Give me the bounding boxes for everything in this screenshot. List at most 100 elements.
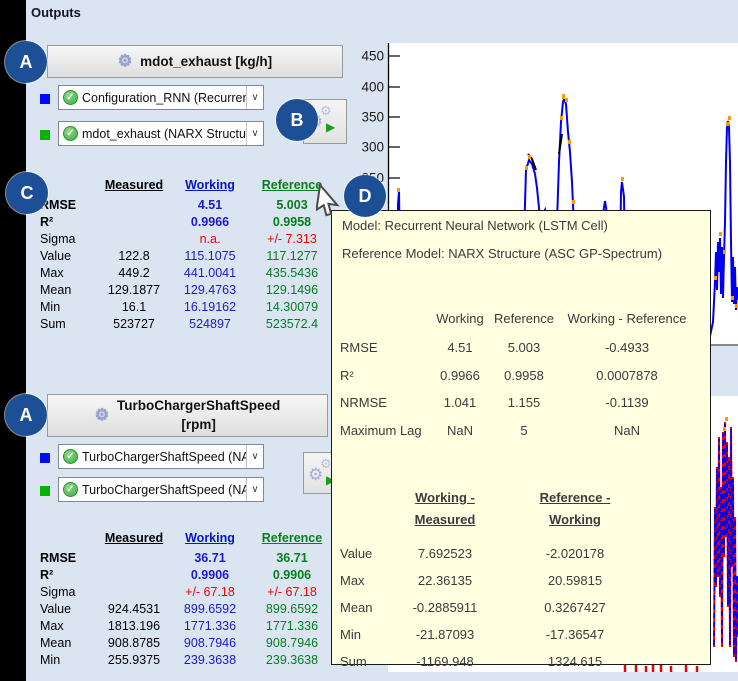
section-title: TurboChargerShaftSpeed [rpm] — [117, 397, 280, 435]
stat-working: 1771.336 — [170, 618, 250, 635]
tt-value: 0.3267427 — [504, 595, 646, 622]
stat-measured: 924.4531 — [98, 601, 170, 618]
model-dropdown[interactable]: ✓ TurboChargerShaftSpeed (NA ∨ — [58, 444, 264, 469]
tt-col-reference-minus-working: Reference - Working — [504, 487, 646, 541]
stat-label: R² — [40, 214, 98, 231]
tt-value: -0.1139 — [556, 390, 698, 418]
model-dropdown[interactable]: ✓ Configuration_RNN (Recurren ∨ — [58, 85, 264, 110]
stat-measured — [98, 550, 170, 567]
tt-value: -0.4933 — [556, 335, 698, 363]
left-black-strip — [0, 0, 26, 681]
tt-value: 22.36135 — [386, 568, 504, 595]
tt-col-working: Working — [428, 307, 492, 335]
tt-col-working-minus-measured: Working - Measured — [386, 487, 504, 541]
stat-reference: 36.71 — [250, 550, 334, 567]
stat-working: 16.19162 — [170, 299, 250, 316]
tt-value: 1.155 — [492, 390, 556, 418]
stat-reference: 523572.4 — [250, 316, 334, 333]
tt-value: -21.87093 — [386, 622, 504, 649]
tt-value: 0.0007878 — [556, 363, 698, 391]
tooltip-delta-table: Working - Measured Reference - Working V… — [340, 487, 646, 676]
dropdown-value: mdot_exhaust (NARX Structu — [82, 127, 246, 141]
chevron-down-icon[interactable]: ∨ — [246, 86, 263, 109]
stat-measured — [98, 214, 170, 231]
y-tick-label: 400 — [361, 80, 384, 95]
annotation-badge-d: D — [344, 175, 386, 217]
col-header-measured: Measured — [98, 528, 170, 550]
tooltip-comparison-table: Working Reference Working - Reference RM… — [340, 307, 698, 445]
tt-value: 5.003 — [492, 335, 556, 363]
tt-value: -1169.948 — [386, 649, 504, 676]
tt-value: NaN — [428, 418, 492, 446]
tt-row-label: RMSE — [340, 335, 428, 363]
dropdown-value: TurboChargerShaftSpeed (NA — [82, 483, 246, 497]
chevron-down-icon[interactable]: ∨ — [246, 478, 263, 501]
tt-value: -17.36547 — [504, 622, 646, 649]
tt-row-label: Mean — [340, 595, 386, 622]
section-header-mdot-exhaust[interactable]: ⚙ mdot_exhaust [kg/h] — [47, 45, 343, 78]
stat-reference: 1771.336 — [250, 618, 334, 635]
tt-row-label: Value — [340, 541, 386, 568]
stat-reference: 14.30079 — [250, 299, 334, 316]
stat-label: RMSE — [40, 197, 98, 214]
tt-value: -2.020178 — [504, 541, 646, 568]
tt-col-working-minus-reference: Working - Reference — [556, 307, 698, 335]
stat-measured: 129.1877 — [98, 282, 170, 299]
stat-working: 441.0041 — [170, 265, 250, 282]
stat-working: 239.3638 — [170, 652, 250, 669]
status-check-icon: ✓ — [63, 482, 78, 497]
outputs-panel: Outputs 450 400 350 300 250 — [0, 0, 738, 681]
section-header-turbocharger[interactable]: ⚙ TurboChargerShaftSpeed [rpm] — [47, 394, 328, 437]
working-color-chip — [40, 94, 50, 104]
stat-working: n.a. — [170, 231, 250, 248]
stat-reference: 239.3638 — [250, 652, 334, 669]
reference-color-chip — [40, 486, 50, 496]
stat-measured: 122.8 — [98, 248, 170, 265]
stat-working: 36.71 — [170, 550, 250, 567]
tt-row-label: R² — [340, 363, 428, 391]
working-color-chip — [40, 453, 50, 463]
chevron-down-icon[interactable]: ∨ — [246, 122, 263, 145]
stat-measured: 16.1 — [98, 299, 170, 316]
tt-value: 5 — [492, 418, 556, 446]
tt-value: 1324.615 — [504, 649, 646, 676]
reference-dropdown[interactable]: ✓ mdot_exhaust (NARX Structu ∨ — [58, 121, 264, 146]
panel-title: Outputs — [31, 5, 81, 20]
stat-working: 524897 — [170, 316, 250, 333]
stat-measured: 449.2 — [98, 265, 170, 282]
stat-measured: 523727 — [98, 316, 170, 333]
stat-working: 129.4763 — [170, 282, 250, 299]
tt-value: NaN — [556, 418, 698, 446]
stat-label: Value — [40, 601, 98, 618]
gear-icon: ⚙ — [95, 408, 109, 424]
stat-reference: 129.1496 — [250, 282, 334, 299]
y-tick-label: 350 — [361, 110, 384, 125]
reference-dropdown[interactable]: ✓ TurboChargerShaftSpeed (NA ∨ — [58, 477, 264, 502]
stat-working: +/- 67.18 — [170, 584, 250, 601]
stat-label: Max — [40, 265, 98, 282]
reference-color-chip — [40, 130, 50, 140]
stat-label: Mean — [40, 282, 98, 299]
stat-label: Max — [40, 618, 98, 635]
stat-working: 0.9966 — [170, 214, 250, 231]
stat-label: Min — [40, 299, 98, 316]
chevron-down-icon[interactable]: ∨ — [246, 445, 263, 468]
annotation-badge-b: B — [276, 99, 318, 141]
status-check-icon: ✓ — [63, 449, 78, 464]
annotation-badge-a2: A — [5, 394, 47, 436]
stat-label: Sum — [40, 316, 98, 333]
tt-value: 1.041 — [428, 390, 492, 418]
stat-label: Sigma — [40, 584, 98, 601]
stat-label: Value — [40, 248, 98, 265]
stat-label: Min — [40, 652, 98, 669]
stat-reference: 117.1277 — [250, 248, 334, 265]
y-tick-label: 450 — [361, 49, 384, 64]
stat-working: 115.1075 — [170, 248, 250, 265]
col-header-working: Working — [170, 175, 250, 197]
stat-measured — [98, 567, 170, 584]
stat-working: 908.7946 — [170, 635, 250, 652]
status-check-icon: ✓ — [63, 90, 78, 105]
annotation-badge-a1: A — [5, 41, 47, 83]
col-header-reference: Reference — [250, 528, 334, 550]
tt-value: 0.9966 — [428, 363, 492, 391]
